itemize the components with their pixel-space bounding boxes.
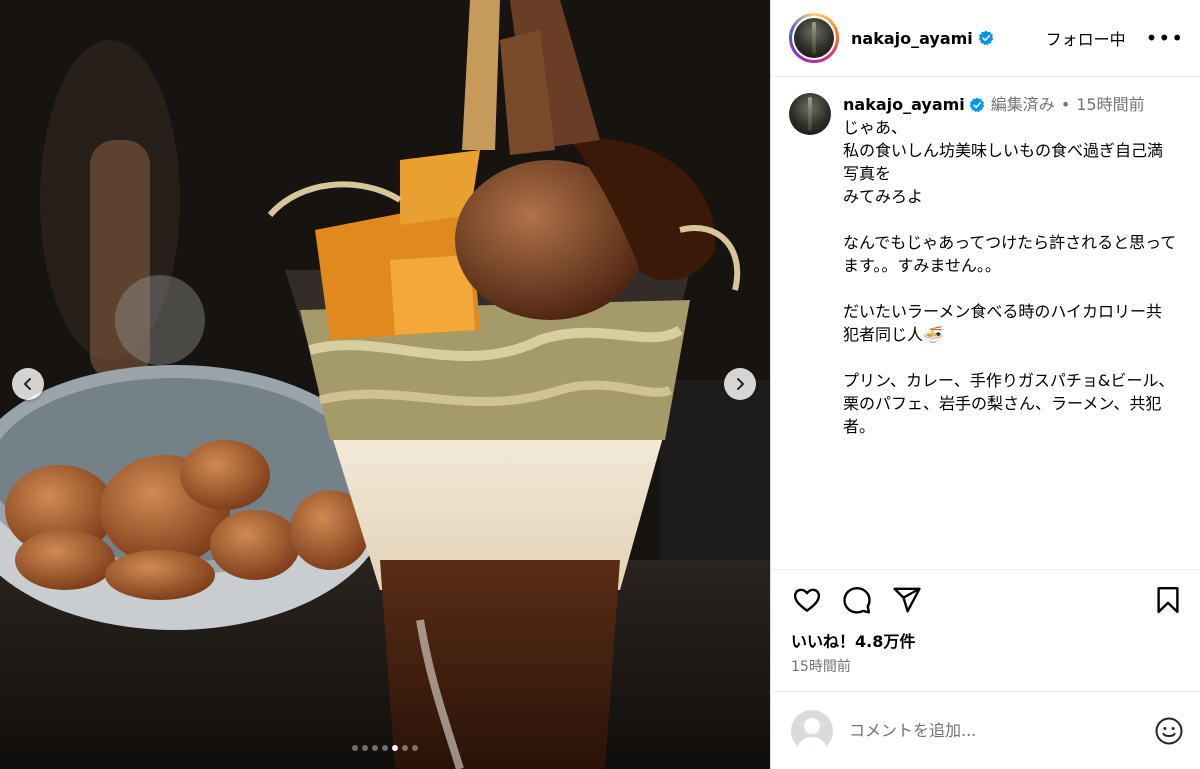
carousel-dot: [402, 745, 408, 751]
post-header: nakajo_ayami フォロー中 •••: [771, 0, 1200, 77]
caption-text: じゃあ、 私の食いしん坊美味しいもの食べ過ぎ自己満写真を みてみろよ なんでもじ…: [843, 118, 1177, 436]
chevron-left-icon: [24, 378, 31, 390]
carousel-dot: [412, 745, 418, 751]
carousel-dot: [372, 745, 378, 751]
carousel-dot: [382, 745, 388, 751]
bookmark-icon: [1157, 586, 1179, 613]
caption-time[interactable]: 15時間前: [1076, 93, 1144, 116]
comment-icon: [843, 586, 871, 614]
carousel-indicator: [0, 745, 770, 751]
prev-image-button[interactable]: [12, 368, 44, 400]
comment-input[interactable]: [849, 721, 1154, 740]
carousel-dot: [362, 745, 368, 751]
meta-separator: •: [1060, 95, 1071, 114]
parfait-photo: [0, 0, 770, 769]
likes-count[interactable]: いいね！4.8万件: [771, 629, 1200, 655]
heart-icon: [793, 588, 821, 612]
save-button[interactable]: [1152, 584, 1184, 616]
share-button[interactable]: [891, 584, 923, 616]
following-button[interactable]: フォロー中: [1046, 26, 1126, 50]
next-image-button[interactable]: [724, 368, 756, 400]
comment-button[interactable]: [841, 584, 873, 616]
avatar: [794, 18, 834, 58]
caption: nakajo_ayami 編集済み • 15時間前 じゃあ、 私の食いしん坊美味…: [771, 77, 1200, 569]
like-button[interactable]: [791, 584, 823, 616]
verified-badge-icon: [978, 30, 993, 46]
header-username[interactable]: nakajo_ayami: [851, 29, 973, 48]
post-side-panel: nakajo_ayami フォロー中 ••• nakajo_ayami 編集済み…: [770, 0, 1200, 769]
post-media[interactable]: [0, 0, 770, 769]
emoji-icon[interactable]: [1154, 716, 1184, 746]
post-timestamp: 15時間前: [791, 659, 851, 675]
caption-avatar[interactable]: [789, 93, 831, 135]
more-options-icon[interactable]: •••: [1146, 28, 1184, 48]
edited-label: 編集済み: [990, 95, 1055, 114]
action-bar: [771, 569, 1200, 629]
instagram-post-view: nakajo_ayami フォロー中 ••• nakajo_ayami 編集済み…: [0, 0, 1200, 769]
carousel-dot: [352, 745, 358, 751]
comment-bar: [771, 691, 1200, 769]
carousel-dot-active: [392, 745, 398, 751]
chevron-right-icon: [737, 378, 744, 390]
verified-badge-icon: [969, 97, 984, 112]
user-avatar-placeholder: [791, 709, 833, 752]
story-ring[interactable]: [789, 13, 839, 63]
share-icon: [893, 587, 921, 612]
caption-username[interactable]: nakajo_ayami: [843, 93, 965, 116]
